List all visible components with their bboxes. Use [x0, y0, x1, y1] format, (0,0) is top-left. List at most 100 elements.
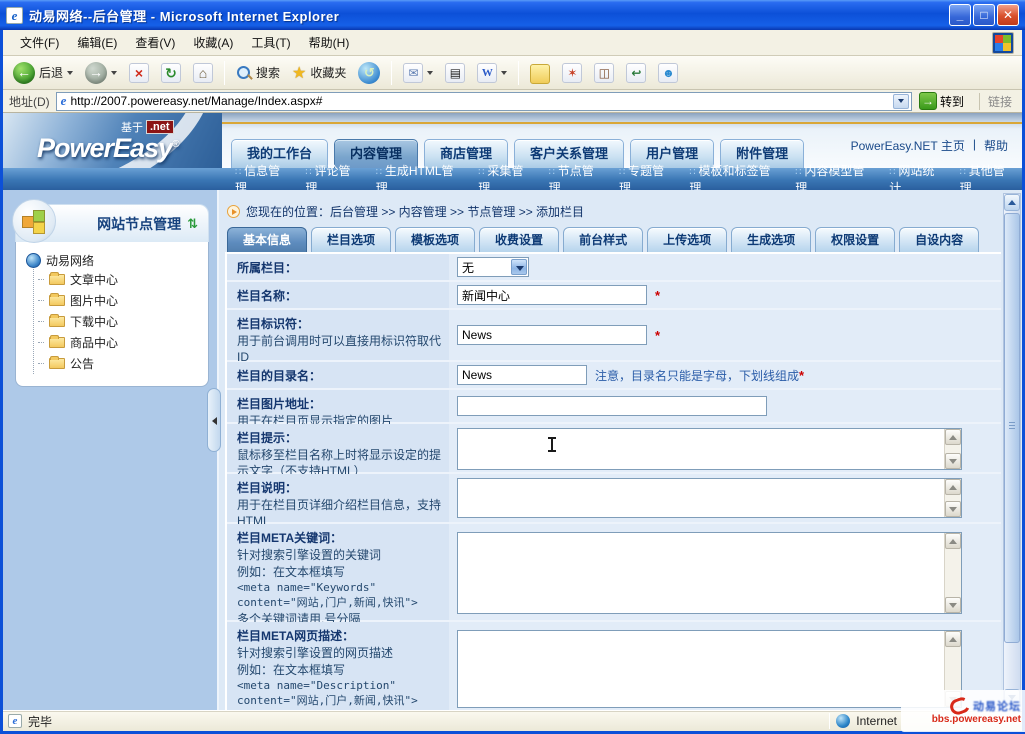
history-button[interactable]: ↺ — [354, 60, 384, 86]
sidebar: 网站节点管理 ⇅ 动易网络 文章中心 图片中心 下载中心 商品中心 公告 — [3, 190, 219, 710]
scroll-up-button[interactable] — [945, 429, 961, 445]
meta-keywords-textarea[interactable] — [457, 532, 962, 614]
go-button[interactable]: → 转到 — [916, 91, 967, 111]
mail-button[interactable]: ✉ — [399, 61, 437, 85]
help-link[interactable]: 帮助 — [984, 137, 1008, 154]
address-dropdown-button[interactable] — [893, 94, 909, 109]
main-pane: 您现在的位置：后台管理 >> 内容管理 >> 节点管理 >> 添加栏目 基本信息… — [225, 190, 1001, 710]
column-description-textarea[interactable] — [457, 478, 962, 518]
messenger-icon: ☻ — [658, 63, 678, 83]
tab-upload-options[interactable]: 上传选项 — [647, 227, 727, 252]
chevron-up-icon — [949, 485, 957, 490]
tab-generation-options[interactable]: 生成选项 — [731, 227, 811, 252]
status-text: 完毕 — [28, 713, 52, 730]
refresh-tree-icon[interactable]: ⇅ — [187, 216, 198, 232]
sticky-note-icon — [530, 64, 550, 84]
research-button[interactable]: ◫ — [590, 61, 618, 85]
minimize-button[interactable]: _ — [949, 4, 971, 26]
journal-button[interactable]: ↩ — [622, 61, 650, 85]
favorites-button[interactable]: ★ 收藏夹 — [288, 61, 350, 85]
scrollbar-up-button[interactable] — [1004, 194, 1020, 211]
refresh-button[interactable]: ↻ — [157, 61, 185, 85]
sidebar-collapse-handle[interactable] — [207, 388, 221, 452]
forward-icon: → — [85, 62, 107, 84]
scroll-up-button[interactable] — [945, 479, 961, 495]
scroll-up-button[interactable] — [945, 533, 961, 549]
print-button[interactable]: ▤ — [441, 61, 469, 85]
tab-column-options[interactable]: 栏目选项 — [311, 227, 391, 252]
dotnet-badge: .net — [146, 120, 174, 134]
maximize-button[interactable]: □ — [973, 4, 995, 26]
field-label: 栏目说明： — [237, 481, 297, 495]
tab-custom-content[interactable]: 自设内容 — [899, 227, 979, 252]
status-bar: e 完毕 Internet — [0, 710, 1025, 734]
column-name-input[interactable] — [457, 285, 647, 305]
sticky-note-button[interactable] — [526, 59, 554, 86]
mail-dropdown-icon — [427, 71, 433, 75]
tree-item-announcement[interactable]: 公告 — [38, 353, 202, 374]
tree-item-product-center[interactable]: 商品中心 — [38, 332, 202, 353]
media-icon: ✶ — [562, 63, 582, 83]
homepage-link[interactable]: PowerEasy.NET 主页 — [851, 137, 965, 154]
breadcrumb-arrow-icon — [227, 205, 240, 218]
parent-column-select[interactable]: 无 — [457, 257, 529, 277]
go-label: 转到 — [940, 93, 964, 110]
form-row-column-name: 栏目名称： * — [227, 282, 1001, 310]
history-icon: ↺ — [358, 62, 380, 84]
forward-button[interactable]: → — [81, 60, 121, 86]
media-button[interactable]: ✶ — [558, 61, 586, 85]
form-row-column-description: 栏目说明： 用于在栏目页详细介绍栏目信息，支持HTML — [227, 474, 1001, 524]
scrollbar-thumb[interactable] — [1004, 213, 1020, 643]
window-border — [0, 30, 3, 734]
home-button[interactable]: ⌂ — [189, 61, 217, 85]
back-button[interactable]: ← 后退 — [9, 60, 77, 86]
tree-item-image-center[interactable]: 图片中心 — [38, 290, 202, 311]
meta-description-textarea[interactable] — [457, 630, 962, 708]
site-node-tree: 动易网络 文章中心 图片中心 下载中心 商品中心 公告 — [15, 242, 209, 387]
scroll-down-button[interactable] — [945, 501, 961, 517]
column-identifier-input[interactable] — [457, 325, 647, 345]
menu-favorites[interactable]: 收藏(A) — [184, 31, 242, 54]
frame-scrollbar[interactable] — [1003, 193, 1021, 707]
add-column-form: 所属栏目： 无 栏目名称： * — [225, 252, 1001, 710]
folder-icon — [49, 358, 65, 369]
tab-template-options[interactable]: 模板选项 — [395, 227, 475, 252]
tree-root-node[interactable]: 动易网络 — [26, 252, 202, 269]
tree-item-article-center[interactable]: 文章中心 — [38, 269, 202, 290]
field-label: 栏目的目录名： — [237, 369, 321, 383]
tab-frontend-style[interactable]: 前台样式 — [563, 227, 643, 252]
tree-item-download-center[interactable]: 下载中心 — [38, 311, 202, 332]
tab-permission-settings[interactable]: 权限设置 — [815, 227, 895, 252]
column-image-url-input[interactable] — [457, 396, 767, 416]
address-input[interactable]: e http://2007.powereasy.net/Manage/Index… — [56, 92, 912, 111]
column-tooltip-textarea[interactable] — [457, 428, 962, 470]
messenger-button[interactable]: ☻ — [654, 61, 682, 85]
menu-tools[interactable]: 工具(T) — [242, 31, 299, 54]
folder-icon — [49, 274, 65, 285]
search-button[interactable]: 搜索 — [232, 62, 284, 83]
directory-name-input[interactable] — [457, 365, 587, 385]
chevron-up-icon — [949, 435, 957, 440]
form-row-directory-name: 栏目的目录名： 注意，目录名只能是字母，下划线组成* — [227, 362, 1001, 390]
menu-file[interactable]: 文件(F) — [11, 31, 68, 54]
menu-edit[interactable]: 编辑(E) — [68, 31, 126, 54]
page-icon: e — [61, 93, 67, 109]
edit-button[interactable]: W — [473, 61, 511, 85]
tree-root-label: 动易网络 — [46, 252, 94, 269]
stop-button[interactable]: × — [125, 61, 153, 85]
close-button[interactable]: ✕ — [997, 4, 1019, 26]
scroll-down-button[interactable] — [945, 453, 961, 469]
field-code-example: <meta name="Keywords" content="网站,门户,新闻,… — [237, 581, 443, 610]
form-row-image-url: 栏目图片地址： 用于在栏目页显示指定的图片 — [227, 390, 1001, 424]
textarea-scrollbar[interactable] — [944, 479, 961, 517]
tab-fee-settings[interactable]: 收费设置 — [479, 227, 559, 252]
menu-view[interactable]: 查看(V) — [126, 31, 184, 54]
scroll-up-button[interactable] — [945, 631, 961, 647]
stop-icon: × — [129, 63, 149, 83]
menu-help[interactable]: 帮助(H) — [300, 31, 359, 54]
tab-basic-info[interactable]: 基本信息 — [227, 227, 307, 252]
links-button[interactable]: 链接 — [979, 93, 1012, 110]
textarea-scrollbar[interactable] — [944, 533, 961, 613]
textarea-scrollbar[interactable] — [944, 429, 961, 469]
scroll-down-button[interactable] — [945, 597, 961, 613]
